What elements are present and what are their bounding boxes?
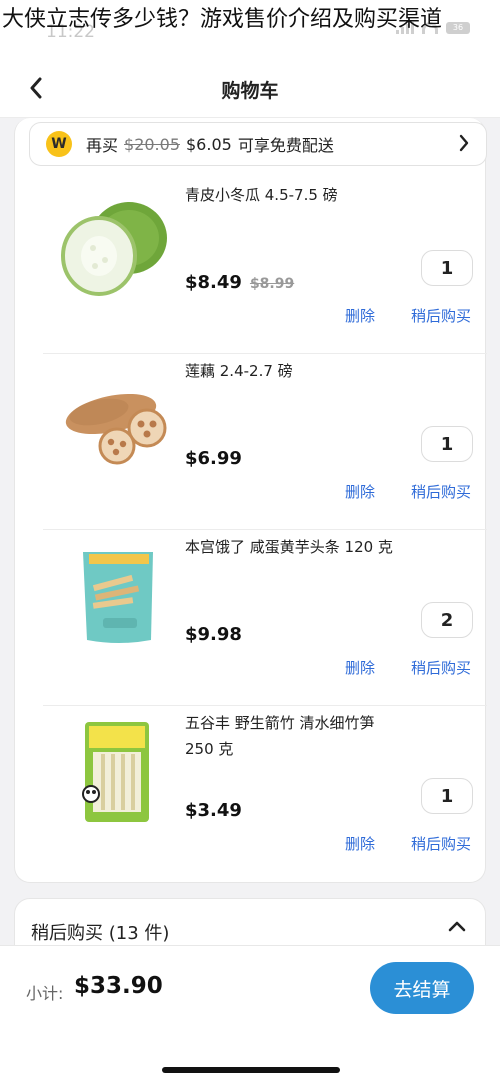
save-for-later-button[interactable]: 稍后购买 [411,833,471,854]
home-indicator[interactable] [162,1067,340,1073]
promo-new-amount: $6.05 [186,134,232,154]
current-price: $9.98 [185,624,242,645]
product-image-bamboo-shoots [82,722,149,822]
cart-item: 本宫饿了 咸蛋黄芋头条 120 克 $9.98 2 删除 稍后购买 [29,530,487,706]
quantity-selector[interactable]: 2 [421,602,473,638]
cart-item: 五谷丰 野生箭竹 清水细竹笋 250 克 $3.49 1 删除 稍后购买 [29,706,487,882]
free-shipping-banner[interactable]: W 再买 $20.05 $6.05 可享免费配送 [29,122,487,166]
current-price: $6.99 [185,448,242,469]
cart-card: W 再买 $20.05 $6.05 可享免费配送 青皮小冬瓜 4.5-7.5 磅 [14,118,487,883]
subtotal-value: $33.90 [74,973,163,999]
promo-prefix: 再买 [86,136,119,155]
current-price: $8.49 [185,272,242,293]
save-for-later-title[interactable]: 稍后购买 (13 件) [31,919,169,945]
price-row: $9.98 [185,624,242,645]
nav-bar: 购物车 [0,60,500,118]
save-for-later-button[interactable]: 稍后购买 [411,657,471,678]
delete-button[interactable]: 删除 [345,305,375,326]
price-row: $6.99 [185,448,242,469]
delete-button[interactable]: 删除 [345,833,375,854]
cart-item: 莲藕 2.4-2.7 磅 $6.99 1 删除 稍后购买 [29,354,487,530]
save-for-later-button[interactable]: 稍后购买 [411,481,471,502]
walmart-badge-icon: W [46,131,72,157]
cart-item: 青皮小冬瓜 4.5-7.5 磅 $8.49 $8.99 1 删除 稍后购买 [29,178,487,354]
delete-button[interactable]: 删除 [345,481,375,502]
save-for-later-section[interactable]: 稍后购买 (13 件) [14,898,486,945]
product-name[interactable]: 莲藕 2.4-2.7 磅 [185,358,395,384]
promo-suffix: 可享免费配送 [237,136,334,155]
subtotal-label: 小计: [26,984,64,1003]
price-row: $3.49 [185,800,242,821]
product-name[interactable]: 五谷丰 野生箭竹 清水细竹笋 250 克 [185,710,395,762]
original-price: $8.99 [249,276,295,292]
product-name[interactable]: 青皮小冬瓜 4.5-7.5 磅 [185,182,395,208]
promo-text: 再买 $20.05 $6.05 可享免费配送 [86,132,334,156]
current-price: $3.49 [185,800,242,821]
promo-old-amount: $20.05 [124,134,180,154]
quantity-selector[interactable]: 1 [421,778,473,814]
page-title: 购物车 [221,80,279,102]
chevron-right-icon [459,134,469,152]
quantity-selector[interactable]: 1 [421,250,473,286]
cart-scroll-area[interactable]: W 再买 $20.05 $6.05 可享免费配送 青皮小冬瓜 4.5-7.5 磅 [0,118,500,945]
save-for-later-button[interactable]: 稍后购买 [411,305,471,326]
product-image-winter-melon [61,202,167,296]
checkout-button[interactable]: 去结算 [370,962,474,1014]
page-overlay-title: 大侠立志传多少钱？游戏售价介绍及购买渠道 [2,7,443,32]
product-name[interactable]: 本宫饿了 咸蛋黄芋头条 120 克 [185,534,395,560]
quantity-selector[interactable]: 1 [421,426,473,462]
product-image-lotus-root [65,393,167,465]
product-image-taro-snack [83,552,153,643]
chevron-up-icon[interactable] [447,919,467,933]
checkout-bar: 小计: $33.90 去结算 [0,945,500,1083]
price-row: $8.49 $8.99 [185,272,294,293]
delete-button[interactable]: 删除 [345,657,375,678]
